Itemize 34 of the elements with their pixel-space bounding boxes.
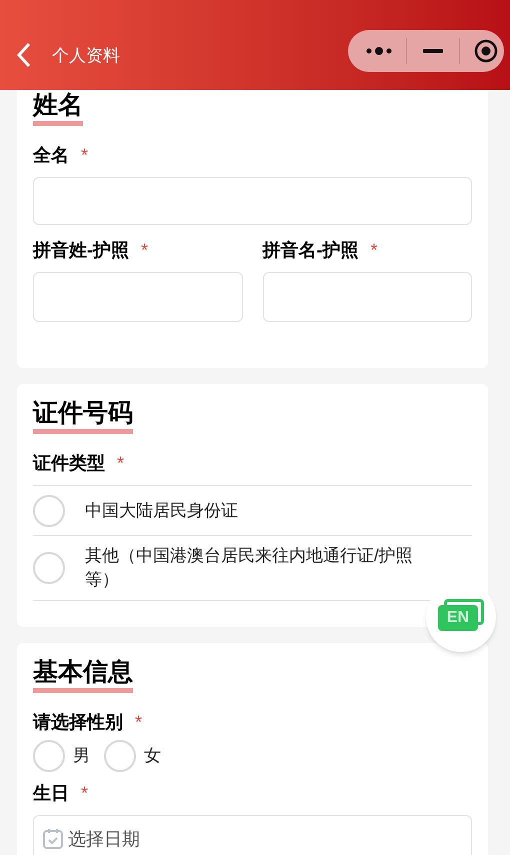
option-label[interactable]: 男 [73,743,90,769]
required-asterisk: * [370,239,378,262]
field-label: 全名 [33,144,69,167]
input-field[interactable] [262,272,472,322]
close-icon[interactable] [474,39,498,63]
radio-button[interactable] [33,552,65,584]
calendar-icon [42,828,64,850]
option-label[interactable]: 中国大陆居民身份证 [85,498,238,522]
radio-button[interactable] [33,740,65,772]
field-label: 生日 [33,782,69,805]
section-title: 证件号码 [33,398,133,434]
field-label: 请选择性别 [33,711,123,734]
input-field[interactable] [33,272,242,322]
radio-button[interactable] [104,740,136,772]
field-label: 拼音名-护照 [262,239,358,262]
page-title: 个人资料 [52,44,120,66]
date-field[interactable]: 选择日期 [33,815,472,855]
required-asterisk: * [135,711,142,734]
radio-button[interactable] [33,494,65,526]
required-asterisk: * [81,144,88,167]
section-title: 姓名 [33,90,83,126]
required-asterisk: * [117,452,124,475]
required-asterisk: * [81,782,88,805]
date-placeholder: 选择日期 [68,828,140,850]
minimize-icon[interactable] [423,49,443,53]
input-field[interactable] [33,177,472,225]
section-title: 基本信息 [33,657,133,693]
field-label: 证件类型 [33,452,105,475]
back-icon[interactable] [16,42,32,68]
language-label: EN [438,605,478,631]
required-asterisk: * [141,239,148,262]
field-label: 拼音姓-护照 [33,239,129,262]
option-label[interactable]: 女 [144,743,161,769]
more-icon[interactable] [366,46,392,56]
